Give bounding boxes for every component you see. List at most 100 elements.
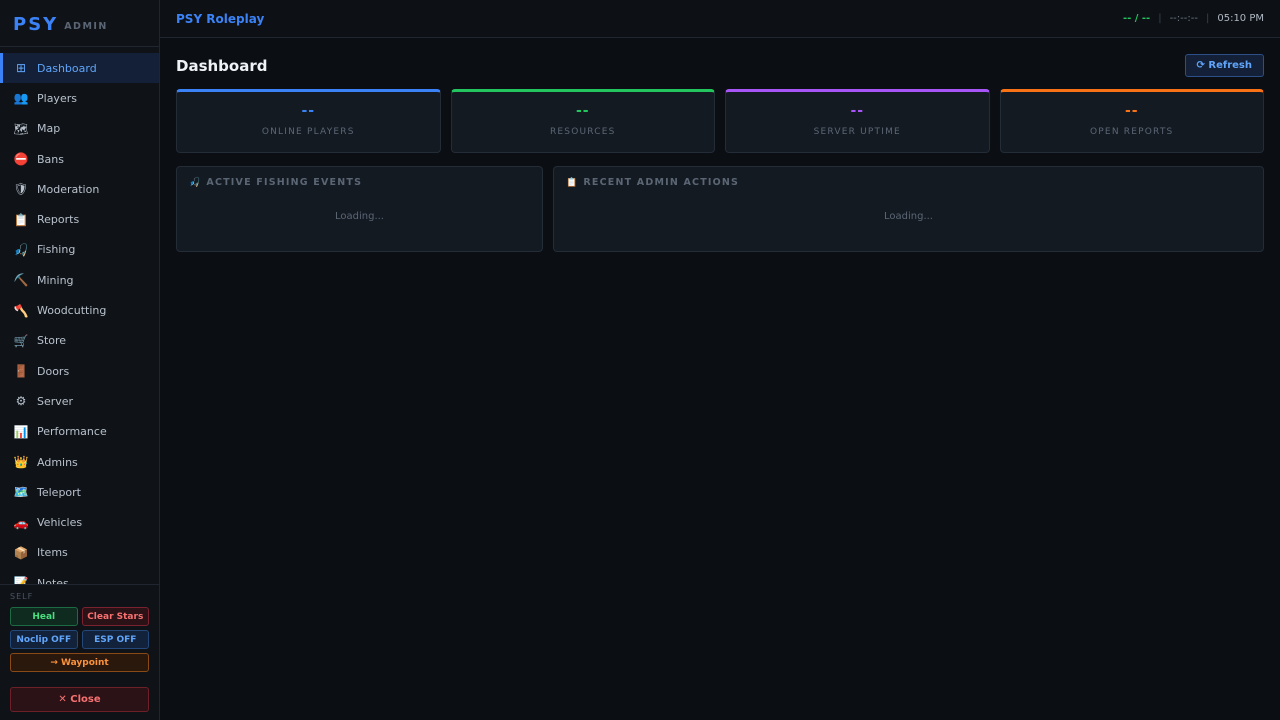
server-name: PSY Roleplay	[176, 11, 265, 26]
page-title: Dashboard	[176, 56, 268, 75]
sidebar-item-bans[interactable]: ⛔ Bans	[0, 144, 159, 174]
loading-text: Loading...	[884, 211, 933, 222]
sidebar: PSY ADMIN ⊞ Dashboard 👥 Players 🗺 Map ⛔ Bans 🛡 Mo…	[0, 0, 160, 720]
player-count: -- / --	[1122, 13, 1151, 24]
panel-title: RECENT ADMIN ACTIONS	[583, 177, 740, 188]
stat-label: OPEN REPORTS	[1090, 127, 1174, 137]
sidebar-item-label: Woodcutting	[37, 304, 107, 318]
sidebar-item-label: Players	[37, 91, 77, 105]
main-area: PSY Roleplay -- / -- | --:--:-- | 05:10 …	[160, 0, 1280, 720]
grid-icon: ⊞	[15, 61, 27, 76]
map-icon: 🗺	[13, 121, 29, 136]
sidebar-item-label: Admins	[37, 455, 78, 469]
sidebar-item-players[interactable]: 👥 Players	[0, 83, 159, 113]
self-section-title: SELF	[10, 592, 34, 601]
separator: |	[1158, 13, 1162, 24]
sidebar-item-reports[interactable]: 📋 Reports	[0, 204, 159, 234]
separator: |	[1205, 13, 1210, 24]
close-button[interactable]: ✕ Close	[10, 687, 149, 712]
stat-value: --	[850, 103, 865, 119]
stat-value: --	[1124, 103, 1139, 119]
brand-subtitle: ADMIN	[64, 21, 108, 32]
teleport-map-icon: 🗺️	[13, 485, 29, 500]
brand-logo: PSY ADMIN	[0, 0, 159, 47]
fishing-events-panel: 🎣 ACTIVE FISHING EVENTS Loading...	[176, 166, 543, 252]
loading-text: Loading...	[335, 211, 384, 222]
sidebar-item-label: Reports	[37, 213, 80, 227]
sidebar-item-fishing[interactable]: 🎣 Fishing	[0, 235, 159, 265]
stat-label: ONLINE PLAYERS	[261, 127, 355, 137]
sidebar-item-label: Dashboard	[37, 61, 97, 75]
sidebar-item-label: Items	[37, 546, 68, 560]
sidebar-item-label: Store	[37, 334, 67, 348]
clipboard-icon: 📋	[566, 177, 579, 188]
fishing-rod-icon: 🎣	[189, 177, 202, 188]
heal-button[interactable]: Heal	[10, 607, 78, 626]
gear-icon: ⚙	[15, 394, 27, 409]
noclip-toggle-button[interactable]: Noclip OFF	[10, 630, 78, 649]
esp-toggle-button[interactable]: ESP OFF	[81, 630, 149, 649]
server-status: -- / -- | --:--:-- | 05:10 PM	[1123, 13, 1264, 24]
sidebar-item-label: Moderation	[37, 182, 100, 196]
stat-card-server-uptime: -- SERVER UPTIME	[725, 89, 990, 153]
axe-icon: 🪓	[13, 303, 29, 318]
stat-value: --	[301, 103, 316, 119]
dashboard-content: Dashboard ⟳ Refresh -- ONLINE PLAYERS -- RE…	[160, 38, 1280, 268]
sidebar-item-label: Map	[37, 122, 61, 136]
top-bar: PSY Roleplay -- / -- | --:--:-- | 05:10 …	[160, 0, 1280, 38]
panel-title: ACTIVE FISHING EVENTS	[206, 177, 363, 188]
bar-chart-icon: 📊	[13, 424, 29, 439]
sidebar-item-label: Performance	[37, 425, 107, 439]
sidebar-item-store[interactable]: 🛒 Store	[0, 326, 159, 356]
uptime-readout: --:--:--	[1169, 13, 1198, 24]
cart-icon: 🛒	[13, 333, 29, 348]
sidebar-item-notes[interactable]: 📝 Notes	[0, 568, 159, 584]
sidebar-item-vehicles[interactable]: 🚗 Vehicles	[0, 507, 159, 537]
self-actions: SELF Heal Clear Stars Noclip OFF ESP OFF…	[0, 584, 159, 720]
door-icon: 🚪	[13, 364, 29, 379]
no-entry-icon: ⛔	[13, 152, 29, 167]
admin-app: PSY ADMIN ⊞ Dashboard 👥 Players 🗺 Map ⛔ Bans 🛡 Mo…	[0, 0, 1280, 720]
sidebar-item-label: Doors	[37, 364, 70, 378]
sidebar-item-label: Notes	[37, 576, 69, 584]
clear-stars-button[interactable]: Clear Stars	[81, 607, 149, 626]
pickaxe-icon: ⛏️	[13, 273, 29, 288]
sidebar-item-woodcutting[interactable]: 🪓 Woodcutting	[0, 295, 159, 325]
admin-actions-panel: 📋 RECENT ADMIN ACTIONS Loading...	[553, 166, 1264, 252]
sidebar-item-performance[interactable]: 📊 Performance	[0, 417, 159, 447]
sidebar-item-mining[interactable]: ⛏️ Mining	[0, 265, 159, 295]
package-icon: 📦	[13, 545, 29, 560]
sidebar-item-items[interactable]: 📦 Items	[0, 538, 159, 568]
sidebar-item-dashboard[interactable]: ⊞ Dashboard	[0, 53, 159, 84]
stat-label: SERVER UPTIME	[813, 127, 901, 137]
sidebar-item-label: Vehicles	[37, 516, 83, 530]
sidebar-item-label: Bans	[37, 152, 64, 166]
memo-icon: 📝	[13, 576, 29, 584]
shield-icon: 🛡	[13, 182, 29, 197]
users-icon: 👥	[13, 91, 29, 106]
sidebar-item-label: Fishing	[37, 243, 76, 257]
refresh-button[interactable]: ⟳ Refresh	[1184, 54, 1264, 77]
sidebar-item-teleport[interactable]: 🗺️ Teleport	[0, 477, 159, 507]
sidebar-item-server[interactable]: ⚙ Server	[0, 386, 159, 416]
clipboard-icon: 📋	[13, 212, 29, 227]
sidebar-item-label: Teleport	[37, 485, 81, 499]
car-icon: 🚗	[13, 515, 29, 530]
sidebar-item-moderation[interactable]: 🛡 Moderation	[0, 174, 159, 204]
sidebar-item-doors[interactable]: 🚪 Doors	[0, 356, 159, 386]
sidebar-nav: ⊞ Dashboard 👥 Players 🗺 Map ⛔ Bans 🛡 Moderation 📋 R…	[0, 47, 159, 584]
stat-card-online-players: -- ONLINE PLAYERS	[176, 89, 441, 153]
brand-name: PSY	[13, 13, 59, 35]
sidebar-item-admins[interactable]: 👑 Admins	[0, 447, 159, 477]
stat-value: --	[575, 103, 590, 119]
clock: 05:10 PM	[1217, 13, 1264, 24]
stat-card-open-reports: -- OPEN REPORTS	[999, 89, 1264, 153]
sidebar-item-map[interactable]: 🗺 Map	[0, 114, 159, 144]
waypoint-button[interactable]: → Waypoint	[10, 653, 149, 672]
stat-label: RESOURCES	[549, 127, 616, 137]
stat-card-resources: -- RESOURCES	[450, 89, 715, 153]
sidebar-item-label: Server	[37, 394, 74, 408]
stat-cards: -- ONLINE PLAYERS -- RESOURCES -- SERVER UPTI…	[176, 89, 1264, 153]
crown-icon: 👑	[13, 455, 29, 469]
fishing-rod-icon: 🎣	[13, 242, 29, 257]
